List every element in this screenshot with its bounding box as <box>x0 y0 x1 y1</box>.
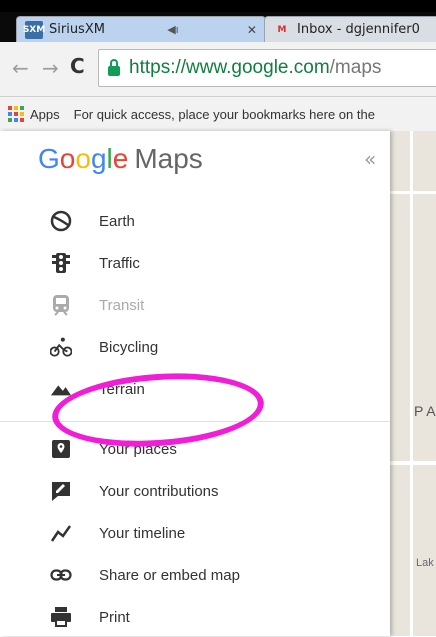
back-button[interactable]: ← <box>12 56 29 80</box>
terrain-icon <box>50 378 72 400</box>
timeline-icon <box>50 522 72 544</box>
traffic-light-icon <box>50 252 72 274</box>
reload-button[interactable]: C <box>70 54 85 78</box>
tab-strip: SXM SiriusXM ◀ı ✕ M Inbox - dgjennifer0 <box>0 12 436 42</box>
menu-item-label: Your contributions <box>99 482 219 500</box>
menu-divider <box>0 421 390 422</box>
google-maps-logo: Google Maps <box>38 143 203 174</box>
url-text: https://www.google.com/maps <box>129 57 382 78</box>
lock-icon <box>107 59 121 77</box>
tab-title: Inbox - dgjennifer0 <box>297 22 420 37</box>
menu-item-label: Print <box>99 608 130 626</box>
link-icon <box>50 564 72 586</box>
address-bar[interactable]: https://www.google.com/maps <box>98 49 436 87</box>
menu-item-label: Transit <box>99 296 145 314</box>
forward-button[interactable]: → <box>42 56 59 80</box>
edit-icon <box>50 480 72 502</box>
menu-item-earth[interactable]: Earth <box>0 201 390 241</box>
place-pin-icon <box>50 438 72 460</box>
menu-item-transit[interactable]: Transit <box>0 285 390 325</box>
maps-side-menu: Google Maps « Earth Traffic Transit Bicyc… <box>0 131 390 636</box>
browser-toolbar: ← → C https://www.google.com/maps <box>0 42 436 97</box>
menu-item-terrain[interactable]: Terrain <box>0 369 390 409</box>
bicycle-icon <box>50 336 72 358</box>
menu-item-your-timeline[interactable]: Your timeline <box>0 513 390 553</box>
collapse-menu-button[interactable]: « <box>364 147 376 171</box>
tab-title: SiriusXM <box>49 22 105 37</box>
transit-icon <box>50 294 72 316</box>
menu-item-label: Terrain <box>99 380 145 398</box>
sxm-icon: SXM <box>23 20 45 39</box>
tab-inbox[interactable]: M Inbox - dgjennifer0 <box>264 16 436 42</box>
earth-icon <box>50 210 72 232</box>
menu-item-print[interactable]: Print <box>0 597 390 637</box>
menu-item-label: Bicycling <box>99 338 159 356</box>
menu-item-label: Earth <box>99 212 135 230</box>
menu-item-share-embed[interactable]: Share or embed map <box>0 555 390 595</box>
menu-item-bicycling[interactable]: Bicycling <box>0 327 390 367</box>
menu-item-label: Traffic <box>99 254 140 272</box>
print-icon <box>50 606 72 628</box>
bookmarks-bar: Apps For quick access, place your bookma… <box>0 97 436 132</box>
menu-item-label: Your timeline <box>99 524 186 542</box>
map-canvas[interactable]: P A Lak <box>390 131 436 636</box>
gmail-icon: M <box>277 24 287 35</box>
menu-item-label: Share or embed map <box>99 566 240 584</box>
tab-siriusxm[interactable]: SXM SiriusXM ◀ı ✕ <box>16 16 266 42</box>
menu-item-your-contributions[interactable]: Your contributions <box>0 471 390 511</box>
menu-item-label: Your places <box>99 440 177 458</box>
menu-item-traffic[interactable]: Traffic <box>0 243 390 283</box>
apps-bookmark-label[interactable]: Apps <box>30 107 60 122</box>
speaker-muted-icon[interactable]: ◀ı <box>167 23 179 36</box>
apps-grid-icon[interactable] <box>8 106 24 122</box>
menu-item-your-places[interactable]: Your places <box>0 429 390 469</box>
map-label: P A <box>414 403 436 419</box>
close-tab-icon[interactable]: ✕ <box>247 23 257 37</box>
bookmarks-hint: For quick access, place your bookmarks h… <box>73 106 375 122</box>
screen-top-bar <box>0 0 436 12</box>
map-label: Lak <box>416 557 434 569</box>
